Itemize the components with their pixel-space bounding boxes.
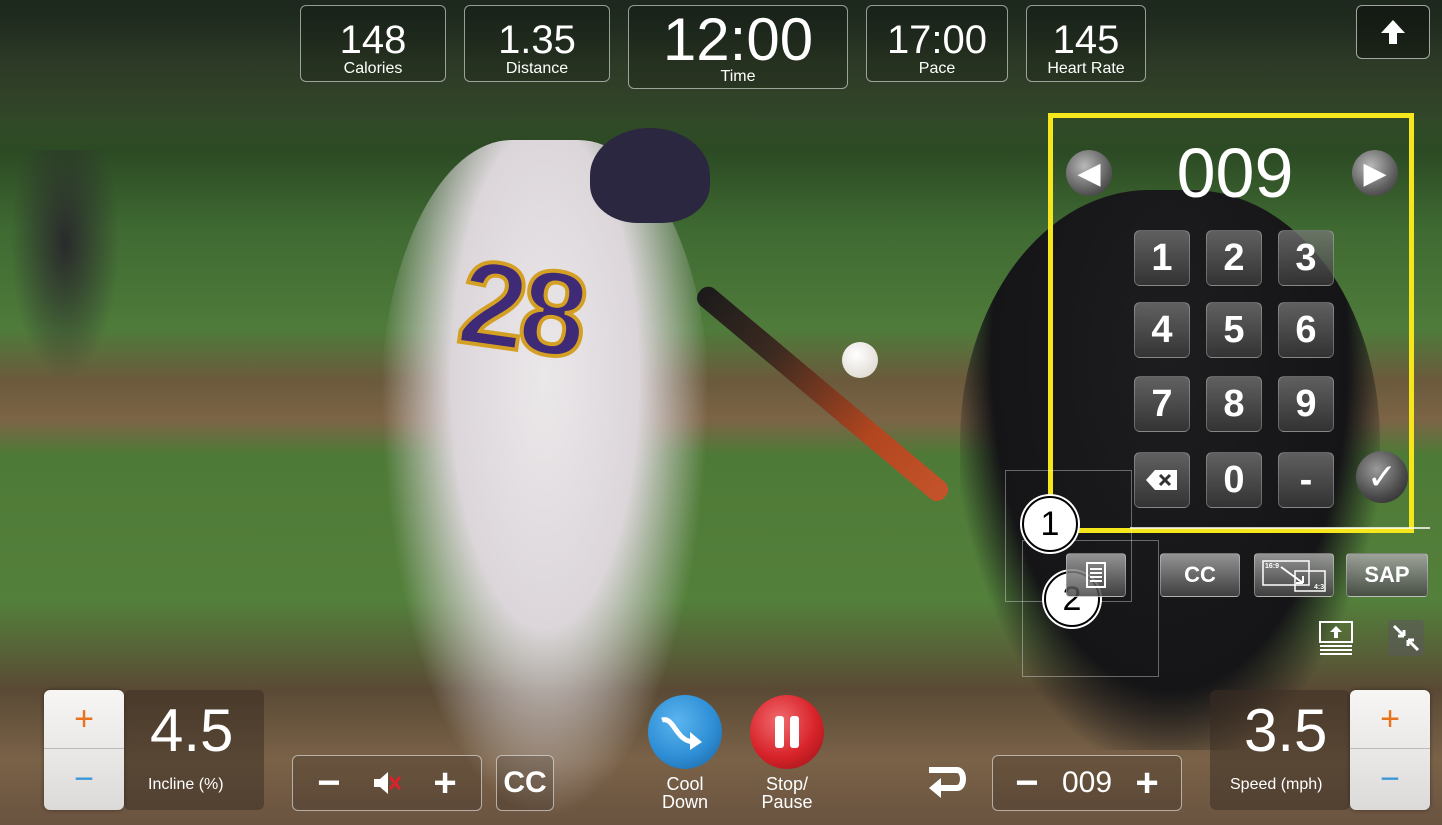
shrink-icon	[1388, 620, 1424, 656]
stat-label: Distance	[505, 60, 569, 77]
panel-divider	[1130, 527, 1430, 529]
channel-down-button[interactable]: −	[1007, 761, 1047, 805]
stat-calories: 148 Calories	[300, 5, 446, 82]
incline-label: Incline (%)	[148, 776, 224, 793]
cc-label: CC	[503, 766, 547, 799]
backspace-key[interactable]	[1134, 452, 1190, 508]
batter-helmet	[590, 128, 710, 223]
stat-label: Pace	[918, 60, 956, 77]
speed-value: 3.5	[1244, 697, 1328, 764]
mute-icon	[374, 772, 402, 794]
arrow-up-icon	[1381, 20, 1405, 44]
key-7[interactable]: 7	[1134, 376, 1190, 432]
last-channel-button[interactable]	[920, 758, 974, 806]
key-1[interactable]: 1	[1134, 230, 1190, 286]
ball-graphic	[842, 342, 878, 378]
channel-prev-button[interactable]: ◀	[1066, 150, 1112, 196]
stat-value: 12:00	[662, 6, 814, 73]
callout-badge-1: 1	[1022, 496, 1078, 552]
key-0[interactable]: 0	[1206, 452, 1262, 508]
stat-distance: 1.35 Distance	[464, 5, 610, 82]
closed-caption-button[interactable]: CC	[1160, 553, 1240, 597]
video-stage: 28 148 Calories 1.35 Distance 12:00 Time…	[0, 0, 1442, 825]
expand-up-button[interactable]	[1356, 5, 1430, 59]
key-3[interactable]: 3	[1278, 230, 1334, 286]
aspect-alt-label: 4:3	[1314, 584, 1324, 591]
aspect-small-label: 16:9	[1265, 563, 1279, 570]
key-9[interactable]: 9	[1278, 376, 1334, 432]
key-6[interactable]: 6	[1278, 302, 1334, 358]
key-4[interactable]: 4	[1134, 302, 1190, 358]
key-dash[interactable]: -	[1278, 452, 1334, 508]
sap-button[interactable]: SAP	[1346, 553, 1428, 597]
bat-graphic	[692, 282, 953, 506]
return-arrow-icon	[929, 767, 966, 798]
stat-label: Calories	[343, 60, 403, 77]
list-icon	[1086, 562, 1106, 588]
stat-time: 12:00 Time	[628, 5, 848, 89]
volume-down-button[interactable]: −	[309, 761, 349, 805]
volume-up-button[interactable]: +	[425, 761, 465, 805]
incline-decrease-button[interactable]: −	[44, 750, 124, 808]
stop-pause-label: Stop/ Pause	[742, 775, 832, 811]
stat-value: 1.35	[498, 18, 576, 62]
cool-down-icon	[661, 717, 702, 750]
stat-value: 148	[339, 18, 407, 62]
volume-control: − +	[292, 755, 482, 811]
confirm-button[interactable]: ✓	[1356, 451, 1408, 503]
channel-display: 009	[1176, 134, 1294, 212]
stat-value: 17:00	[886, 18, 988, 62]
channel-next-button[interactable]: ▶	[1352, 150, 1398, 196]
checkmark-icon: ✓	[1366, 456, 1398, 497]
key-5[interactable]: 5	[1206, 302, 1262, 358]
channel-bar-value: 009	[1061, 766, 1113, 799]
speed-controls: + −	[1350, 690, 1430, 810]
stat-pace: 17:00 Pace	[866, 5, 1008, 82]
aspect-ratio-icon: 16:9 4:3	[1262, 560, 1326, 592]
backspace-icon	[1146, 470, 1177, 490]
cool-down-label-line1: Cool	[666, 774, 704, 794]
incline-controls: + −	[44, 690, 124, 810]
pause-icon	[775, 716, 799, 748]
triangle-left-icon: ◀	[1077, 156, 1101, 190]
speed-label: Speed (mph)	[1230, 776, 1323, 793]
incline-value: 4.5	[150, 697, 234, 764]
fielder-figure	[10, 150, 120, 380]
cool-down-label-line2: Down	[661, 792, 709, 812]
channel-up-button[interactable]: +	[1127, 761, 1167, 805]
triangle-right-icon: ▶	[1363, 156, 1387, 190]
channel-bar: − 009 +	[992, 755, 1182, 811]
speed-increase-button[interactable]: +	[1350, 690, 1430, 749]
guide-button[interactable]	[1066, 553, 1126, 597]
stop-pause-label-line2: Pause	[761, 792, 813, 812]
mute-button[interactable]	[367, 766, 407, 800]
incline-readout: 4.5 Incline (%)	[124, 690, 264, 810]
stop-pause-label-line1: Stop/	[765, 774, 809, 794]
picture-in-picture-button[interactable]	[1316, 618, 1356, 658]
cool-down-label: Cool Down	[640, 775, 730, 811]
key-2[interactable]: 2	[1206, 230, 1262, 286]
cool-down-button[interactable]	[648, 695, 722, 769]
bottom-cc-button[interactable]: CC	[496, 755, 554, 811]
speed-decrease-button[interactable]: −	[1350, 750, 1430, 808]
jersey-number-graphic: 28	[449, 232, 592, 386]
pip-icon	[1319, 621, 1353, 655]
stat-label: Time	[720, 68, 756, 85]
stat-value: 145	[1052, 18, 1120, 62]
stat-label: Heart Rate	[1047, 60, 1125, 77]
minimize-button[interactable]	[1386, 618, 1426, 658]
key-8[interactable]: 8	[1206, 376, 1262, 432]
stop-pause-button[interactable]	[750, 695, 824, 769]
aspect-ratio-button[interactable]: 16:9 4:3	[1254, 553, 1334, 597]
stat-heart-rate: 145 Heart Rate	[1026, 5, 1146, 82]
incline-increase-button[interactable]: +	[44, 690, 124, 749]
speed-readout: 3.5 Speed (mph)	[1210, 690, 1350, 810]
